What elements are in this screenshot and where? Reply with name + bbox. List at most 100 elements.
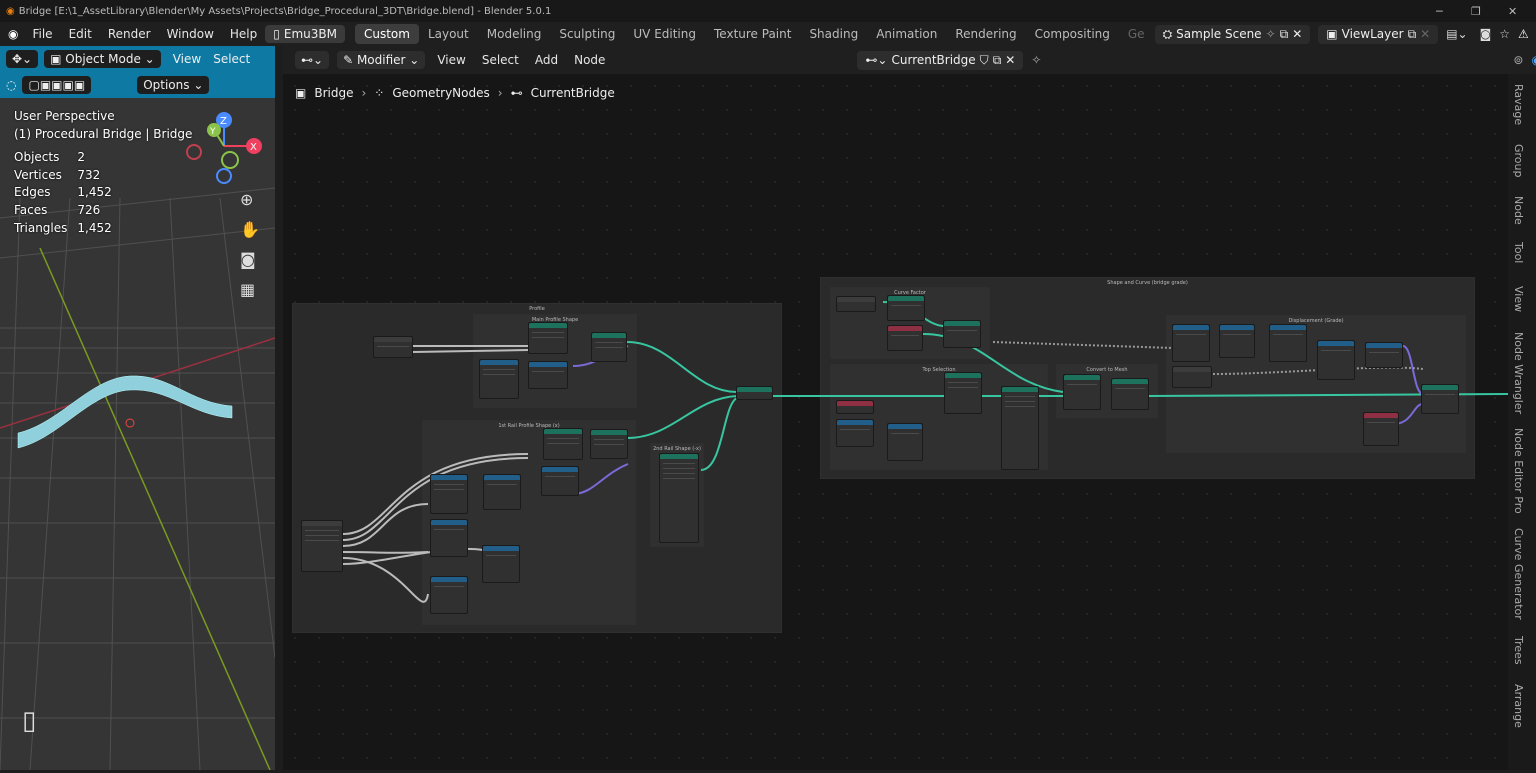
star-icon[interactable]: ☆ <box>1499 27 1510 41</box>
tab-custom[interactable]: Custom <box>354 24 419 44</box>
camera-icon[interactable]: ◙ <box>1480 27 1492 41</box>
node-set-position-2[interactable] <box>590 429 628 459</box>
tab-uv-editing[interactable]: UV Editing <box>624 24 705 44</box>
pin-icon[interactable]: ✧ <box>1266 27 1276 41</box>
node-multiply-5[interactable] <box>1172 324 1210 362</box>
tab-tool[interactable]: Tool <box>1512 242 1525 263</box>
tab-texture-paint[interactable]: Texture Paint <box>705 24 800 44</box>
viewport-select-menu[interactable]: Select <box>213 52 250 66</box>
node-view-menu[interactable]: View <box>429 53 473 67</box>
warning-icon[interactable]: ⚠ <box>1518 27 1529 41</box>
tab-arrange[interactable]: Arrange <box>1512 684 1525 728</box>
tab-curve-generator[interactable]: Curve Generator <box>1512 528 1525 620</box>
node-set-curve-normal[interactable] <box>887 295 925 321</box>
remove-icon[interactable]: ✕ <box>1420 27 1430 41</box>
node-multiply-4[interactable] <box>430 576 468 614</box>
modifier-dropdown[interactable]: ✎ Modifier ⌄ <box>337 51 426 69</box>
duplicate-icon[interactable]: ⧉ <box>1280 27 1289 42</box>
unlink-icon[interactable]: ✕ <box>1005 53 1015 67</box>
node-select-menu[interactable]: Select <box>474 53 527 67</box>
tab-group[interactable]: Group <box>1512 144 1525 178</box>
ortho-grid-icon[interactable]: ▦ <box>240 280 255 299</box>
node-multiply[interactable] <box>479 359 519 399</box>
tab-modeling[interactable]: Modeling <box>478 24 551 44</box>
node-store-named-attribute[interactable] <box>944 372 982 414</box>
navigation-gizmo[interactable]: Z X Y <box>184 110 264 185</box>
overlay-toggle-icon[interactable]: ⊚ <box>1513 53 1523 67</box>
tab-ravage[interactable]: Ravage <box>1512 84 1525 125</box>
node-spline-parameter[interactable] <box>887 325 923 351</box>
restore-icon[interactable]: ❐ <box>1471 0 1481 22</box>
cursor-tool-icon[interactable]: ◌ <box>6 78 16 92</box>
node-transform-geometry[interactable] <box>659 453 699 543</box>
options-dropdown[interactable]: Options ⌄ <box>137 76 210 94</box>
menu-edit[interactable]: Edit <box>61 27 100 41</box>
pin-icon[interactable]: ✧ <box>1031 53 1041 67</box>
tab-layout[interactable]: Layout <box>419 24 478 44</box>
node-group-input-4[interactable] <box>1172 366 1212 388</box>
zoom-icon[interactable]: ⊕ <box>240 190 253 209</box>
tab-node-wrangler[interactable]: Node Wrangler <box>1512 332 1525 414</box>
duplicate-icon[interactable]: ⧉ <box>1408 27 1417 42</box>
selection-mode-buttons[interactable]: ▢▣▣▣▣ <box>22 76 92 94</box>
tab-view[interactable]: View <box>1512 286 1525 312</box>
node-node-menu[interactable]: Node <box>566 53 613 67</box>
node-quadrilateral[interactable] <box>528 322 568 354</box>
pan-hand-icon[interactable]: ✋ <box>240 220 260 239</box>
node-add[interactable] <box>482 545 520 583</box>
menu-window[interactable]: Window <box>159 27 222 41</box>
tab-geometry[interactable]: Ge <box>1119 24 1151 44</box>
node-quadrilateral-2[interactable] <box>543 428 583 460</box>
node-set-shade-smooth[interactable] <box>1111 378 1149 410</box>
node-position[interactable] <box>836 400 874 414</box>
node-transform-geometry-2[interactable] <box>1001 386 1039 470</box>
node-add-menu[interactable]: Add <box>527 53 566 67</box>
duplicate-icon[interactable]: ⧉ <box>993 53 1002 68</box>
node-power[interactable] <box>1269 324 1307 362</box>
node-combine-xyz[interactable] <box>528 361 568 389</box>
node-map-range[interactable] <box>1219 324 1255 358</box>
tab-animation[interactable]: Animation <box>867 24 946 44</box>
node-tree-selector[interactable]: ⊷⌄ CurrentBridge ⛉ ⧉ ✕ <box>857 50 1024 70</box>
menu-render[interactable]: Render <box>100 27 159 41</box>
3d-viewport[interactable]: ✥⌄ ▣ Object Mode ⌄ View Select ◌ ▢▣▣▣▣ O… <box>0 46 275 770</box>
node-combine-xyz-2[interactable] <box>541 466 579 496</box>
tab-node[interactable]: Node <box>1512 196 1525 225</box>
fake-user-shield-icon[interactable]: ⛉ <box>980 53 989 68</box>
node-set-position-3[interactable] <box>1421 384 1459 414</box>
close-icon[interactable]: ✕ <box>1508 0 1517 22</box>
node-multiply-6[interactable] <box>1317 340 1355 380</box>
tab-rendering[interactable]: Rendering <box>946 24 1025 44</box>
node-separate-xyz[interactable] <box>836 419 874 447</box>
node-set-position[interactable] <box>591 332 627 362</box>
editor-type-button[interactable]: ✥⌄ <box>6 50 39 68</box>
node-capture-attribute[interactable] <box>943 320 981 348</box>
node-combine-xyz-3[interactable] <box>1365 342 1403 368</box>
remove-icon[interactable]: ✕ <box>1292 27 1302 41</box>
blender-menu-icon[interactable]: ◉ <box>0 27 24 41</box>
tab-sculpting[interactable]: Sculpting <box>550 24 624 44</box>
node-multiply-3[interactable] <box>430 519 468 557</box>
viewlayer-selector[interactable]: ▣ ViewLayer ⧉ ✕ <box>1318 24 1439 44</box>
gizmo-toggle-icon[interactable]: ◉⌄ <box>1531 53 1536 67</box>
tab-trees[interactable]: Trees <box>1512 636 1525 665</box>
node-named-attribute[interactable] <box>1363 412 1399 446</box>
node-group-input-3[interactable] <box>836 296 876 312</box>
node-greater-than[interactable] <box>887 423 923 461</box>
node-subtract[interactable] <box>483 474 521 510</box>
node-group-input-2[interactable] <box>301 520 343 572</box>
breadcrumb-object[interactable]: Bridge <box>314 86 353 100</box>
node-editor-type-button[interactable]: ⊷⌄ <box>295 51 330 69</box>
viewport-view-menu[interactable]: View <box>167 52 207 66</box>
scene-selector[interactable]: ⛭ Sample Scene ✧ ⧉ ✕ <box>1154 24 1311 44</box>
node-join-geometry[interactable] <box>736 386 773 400</box>
emu3bm-button[interactable]: ▯ Emu3BM <box>265 25 345 43</box>
camera-view-icon[interactable]: ◙ <box>240 250 256 269</box>
breadcrumb-modifier[interactable]: GeometryNodes <box>392 86 489 100</box>
tab-compositing[interactable]: Compositing <box>1026 24 1119 44</box>
render-layers-icon[interactable]: ▤⌄ <box>1446 27 1467 41</box>
object-mode-dropdown[interactable]: ▣ Object Mode ⌄ <box>44 50 161 68</box>
menu-file[interactable]: File <box>24 27 60 41</box>
minimize-icon[interactable]: ─ <box>1436 0 1443 22</box>
node-multiply-2[interactable] <box>430 474 468 514</box>
